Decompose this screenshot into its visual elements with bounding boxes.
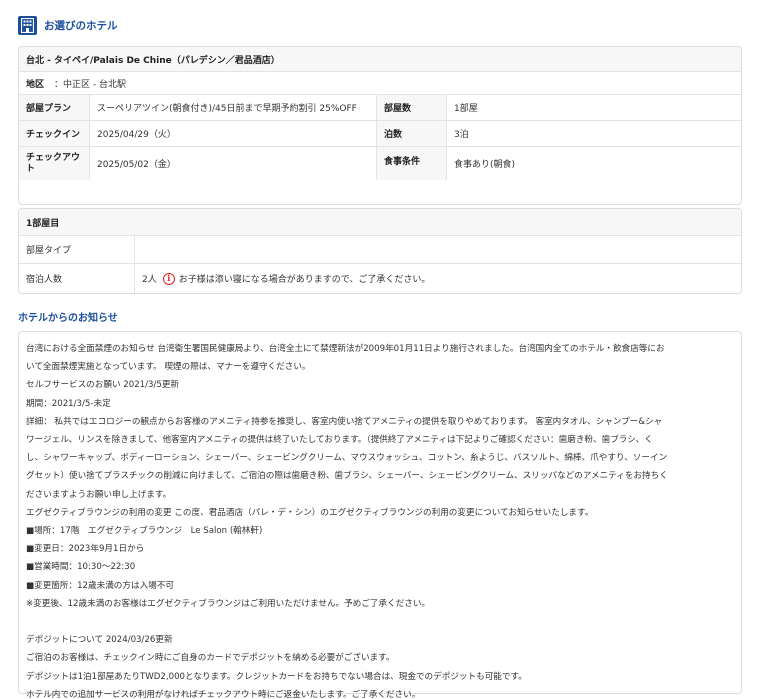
hotel-info-card: 台北 - タイペイ/Palais De Chine（パレデシン／君品酒店） 地区… xyxy=(18,46,742,205)
room-type-label: 部屋タイプ xyxy=(26,246,72,256)
section-header: お選びのホテル xyxy=(18,15,118,35)
notice-box: 台湾における全面禁煙のお知らせ 台湾衛生署国民健康局より、台湾全土にて禁煙新法が… xyxy=(18,331,742,699)
room-type-row: 部屋タイプ xyxy=(19,236,741,264)
plan-row: 部屋プラン スーペリアツイン(朝食付き)/45日前まで早期予約割引 25%OFF… xyxy=(19,95,741,121)
notice-line: ■変更箇所：12歳未満の方は入場不可 xyxy=(26,580,174,591)
notice-line: セルフサービスのお願い 2021/3/5更新 xyxy=(26,380,180,391)
checkin-row: チェックイン 2025/04/29（火） 泊数 3泊 xyxy=(19,121,741,147)
meal-value: 食事あり(朝食) xyxy=(446,147,741,180)
notice-line: 台湾における全面禁煙のお知らせ 台湾衛生署国民健康局より、台湾全土にて禁煙新法が… xyxy=(26,344,665,354)
nights-value: 3泊 xyxy=(446,121,741,146)
info-icon: i xyxy=(162,272,175,285)
notice-line: 詳細： 私共ではエコロジーの観点からお客様のアメニティ持参を推奨し、客室内使い捨… xyxy=(26,416,663,427)
area-label: 地区 xyxy=(26,79,45,90)
notice-line xyxy=(26,613,733,631)
plan-label: 部屋プラン xyxy=(19,95,89,120)
guests-note: お子様は添い寝になる場合がありますので、ご了承ください。 xyxy=(178,275,431,285)
nights-label: 泊数 xyxy=(376,121,446,146)
checkout-value: 2025/05/02（金） xyxy=(89,147,376,180)
notice-line: ださいますようお願い申し上げます。 xyxy=(26,489,172,500)
notice-line: ホテル内での追加サービスの利用がなければチェックアウト時にご返金いたします。ご了… xyxy=(26,689,421,699)
area-value: ：中正区 - 台北駅 xyxy=(54,79,126,90)
notice-line: 期間：2021/3/5-未定 xyxy=(26,398,111,409)
checkin-value: 2025/04/29（火） xyxy=(89,121,376,146)
hotel-building-icon xyxy=(18,15,37,35)
hotel-name: 台北 - タイペイ/Palais De Chine（パレデシン／君品酒店） xyxy=(19,47,741,72)
rooms-label: 部屋数 xyxy=(376,95,446,120)
notice-line: し、シャワーキャップ、ボディーローション、シェーバー、シェービングクリーム、マウ… xyxy=(26,453,668,464)
guests-value: 2人 xyxy=(142,275,157,285)
notice-line: デポジットについて 2024/03/26更新 xyxy=(26,635,173,646)
notice-line: ご宿泊のお客様は、チェックイン時にご自身のカードでデポジットを納める必要がござい… xyxy=(26,653,395,664)
checkin-label: チェックイン xyxy=(19,121,89,146)
area-row: 地区 ：中正区 - 台北駅 xyxy=(19,72,741,95)
plan-value: スーペリアツイン(朝食付き)/45日前まで早期予約割引 25%OFF xyxy=(89,95,376,120)
checkout-label-line2: ト xyxy=(26,163,36,174)
checkout-label-line1: チェックアウ xyxy=(26,152,81,163)
meal-label: 食事条件 xyxy=(376,147,446,180)
room-1-card: 1部屋目 部屋タイプ 宿泊人数 2人 i お子様は添い寝になる場合がありますので… xyxy=(18,208,742,294)
guests-row: 宿泊人数 2人 i お子様は添い寝になる場合がありますので、ご了承ください。 xyxy=(19,264,741,293)
notice-line: エグゼクティブラウンジの利用の変更 この度、君品酒店（パレ・デ・シン）のエグゼク… xyxy=(26,507,594,518)
notice-line: デポジットは1泊1部屋あたりTWD2,000となります。クレジットカードをお持ち… xyxy=(26,671,527,682)
rooms-value: 1部屋 xyxy=(446,95,741,120)
notice-line: ※変更後、12歳未満のお客様はエグゼクティブラウンジはご利用いただけません。予め… xyxy=(26,598,431,609)
room-type-value xyxy=(134,236,741,263)
guests-label: 宿泊人数 xyxy=(26,275,63,285)
notice-line: グセット）使い捨てプラスチックの削減に向けまして、ご宿泊の際は歯磨き粉、歯ブラシ… xyxy=(26,471,668,482)
section-title: お選びのホテル xyxy=(44,19,118,32)
notice-line: ■場所：17階 エグゼクティブラウンジ Le Salon (翰林軒) xyxy=(26,526,263,537)
checkout-label: チェックアウ ト xyxy=(19,147,89,180)
room-1-title: 1部屋目 xyxy=(19,209,741,236)
notice-line: ■営業時間：10:30～22:30 xyxy=(26,562,136,573)
notice-line: いて全面禁煙実施となっています。 喫煙の際は、マナーを遵守ください。 xyxy=(26,362,311,373)
checkout-row: チェックアウ ト 2025/05/02（金） 食事条件 食事あり(朝食) xyxy=(19,147,741,180)
notice-line: ■変更日：2023年9月1日から xyxy=(26,544,145,555)
notice-line: ワージェル、リンスを除きまして、他客室内アメニティの提供は終了いたしております。… xyxy=(26,435,653,446)
notice-title: ホテルからのお知らせ xyxy=(18,313,118,324)
